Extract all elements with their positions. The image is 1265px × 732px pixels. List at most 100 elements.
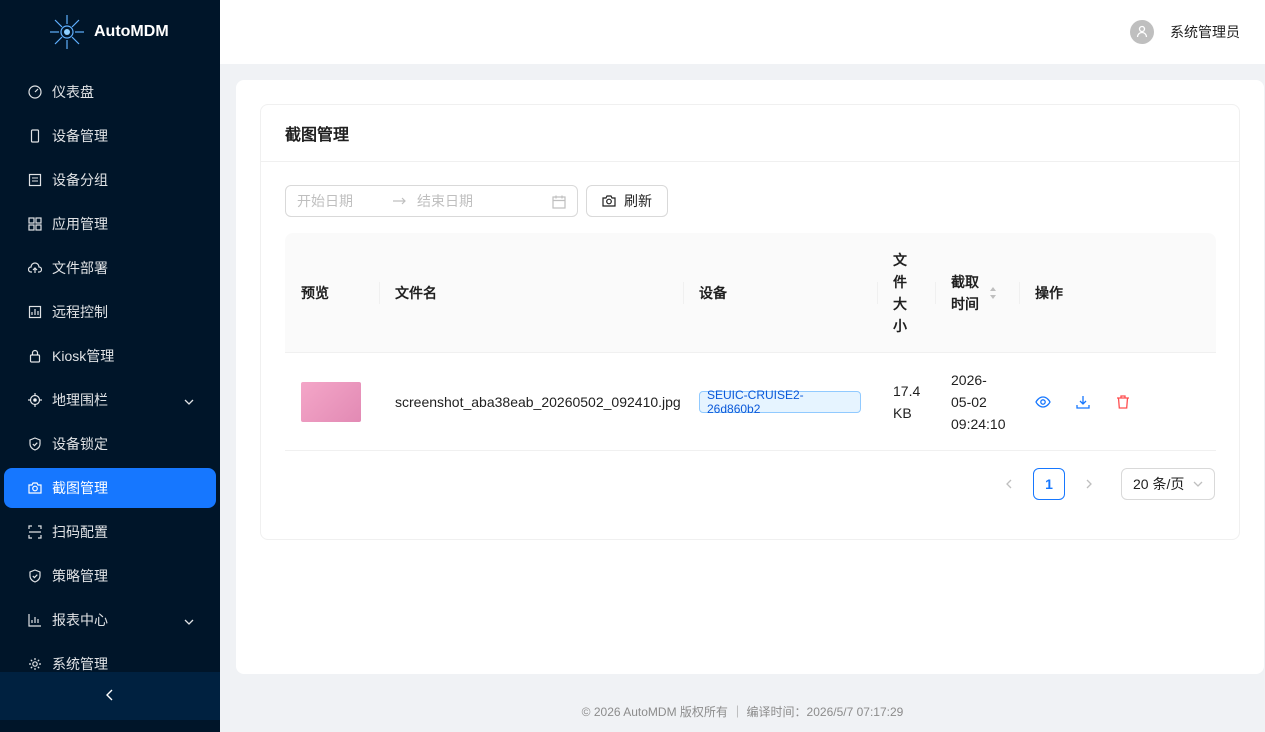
refresh-button[interactable]: 刷新: [586, 185, 668, 217]
sidebar-item-file-deploy[interactable]: 文件部署: [4, 248, 216, 288]
lock-icon: [28, 349, 42, 363]
sidebar-item-label: 设备管理: [52, 128, 108, 144]
sidebar-item-label: 仪表盘: [52, 84, 94, 100]
download-icon[interactable]: [1075, 394, 1091, 410]
user-icon: [1135, 24, 1149, 41]
safety-icon: [28, 437, 42, 451]
filename-cell: screenshot_aba38eab_20260502_092410.jpg: [395, 393, 681, 410]
sidebar-item-kiosk[interactable]: Kiosk管理: [4, 336, 216, 376]
scan-icon: [28, 525, 42, 539]
sidebar-item-reports[interactable]: 报表中心: [4, 600, 216, 640]
date-range-picker[interactable]: 开始日期 结束日期: [285, 185, 578, 217]
sidebar-item-screenshots[interactable]: 截图管理: [4, 468, 216, 508]
prev-page-icon[interactable]: [993, 468, 1025, 500]
device-tag: SEUIC-CRUISE2-26d860b2: [699, 388, 861, 416]
setting-icon: [28, 657, 42, 671]
chevron-down-icon: [184, 614, 194, 630]
pagination: 1 20 条/页: [993, 468, 1215, 500]
sidebar-item-label: 系统管理: [52, 656, 108, 672]
sidebar-item-label: 地理围栏: [52, 392, 108, 408]
time-line: 2026-: [951, 371, 987, 388]
sidebar-item-device-groups[interactable]: 设备分组: [4, 160, 216, 200]
actions-cell: [1019, 353, 1216, 450]
column-header-size-line: 文: [893, 251, 907, 268]
page-button[interactable]: 1: [1033, 468, 1065, 500]
dashboard-icon: [28, 85, 42, 99]
size-value: 17.4: [893, 382, 921, 399]
start-date-input[interactable]: 开始日期: [297, 191, 353, 211]
group-icon: [28, 173, 42, 187]
chevron-down-icon: [184, 394, 194, 410]
column-header-preview: 预览: [301, 284, 329, 301]
sidebar-item-remote-control[interactable]: 远程控制: [4, 292, 216, 332]
page-size-value: 20 条/页: [1133, 476, 1185, 492]
arrow-right-icon: [393, 193, 407, 209]
user-name: 系统管理员: [1170, 24, 1240, 40]
column-header-size-line: 件: [893, 273, 907, 290]
sidebar-item-geofence[interactable]: 地理围栏: [4, 380, 216, 420]
sidebar-menu: 仪表盘 设备管理 设备分组 应用管理 文件部署 远程控制 Kiosk管理 地理围…: [0, 64, 220, 684]
sidebar-item-scan-config[interactable]: 扫码配置: [4, 512, 216, 552]
preview-cell: [285, 353, 379, 450]
eye-icon[interactable]: [1035, 394, 1051, 410]
page-size-select[interactable]: 20 条/页: [1121, 468, 1215, 500]
sidebar-item-dashboard[interactable]: 仪表盘: [4, 72, 216, 112]
sidebar-item-devices[interactable]: 设备管理: [4, 116, 216, 156]
screenshot-thumbnail[interactable]: [301, 381, 361, 422]
table-header: 预览 文件名 设备 文 件 大 小 截取 时间 操作: [285, 233, 1216, 353]
column-header-time-line: 截取: [951, 273, 979, 290]
sidebar-item-label: 扫码配置: [52, 524, 108, 540]
refresh-label: 刷新: [624, 193, 652, 209]
calendar-icon: [552, 195, 566, 212]
sidebar-item-label: 应用管理: [52, 216, 108, 232]
column-header-size-line: 大: [893, 295, 907, 312]
toolbar: 开始日期 结束日期 刷新: [285, 185, 668, 217]
sidebar-item-label: 设备锁定: [52, 436, 108, 452]
camera-icon: [28, 481, 42, 495]
sidebar-item-label: Kiosk管理: [52, 348, 115, 364]
time-cell: 2026- 05-02 09:24:10: [935, 353, 1019, 450]
page-title: 截图管理: [261, 105, 1239, 162]
end-date-input[interactable]: 结束日期: [417, 191, 473, 211]
sidebar-item-policies[interactable]: 策略管理: [4, 556, 216, 596]
screenshot-card: 截图管理 开始日期 结束日期 刷新 预览 文件名 设备 文 件 大 小 截取 时…: [260, 104, 1240, 540]
aim-icon: [28, 393, 42, 407]
sort-icon[interactable]: [989, 286, 997, 300]
avatar: [1130, 20, 1154, 44]
sidebar-item-label: 远程控制: [52, 304, 108, 320]
mobile-icon: [28, 129, 42, 143]
delete-icon[interactable]: [1115, 394, 1131, 410]
sidebar: AutoMDM 仪表盘 设备管理 设备分组 应用管理 文件部署 远程控制 Kio…: [0, 0, 220, 732]
column-header-size-line: 小: [893, 317, 907, 334]
column-header-size: 文 件 大 小: [877, 233, 935, 352]
next-page-icon[interactable]: [1073, 468, 1105, 500]
main-content: 截图管理 开始日期 结束日期 刷新 预览 文件名 设备 文 件 大 小 截取 时…: [236, 80, 1264, 674]
sidebar-item-device-lock[interactable]: 设备锁定: [4, 424, 216, 464]
chevron-down-icon: [1193, 476, 1203, 492]
sidebar-item-label: 报表中心: [52, 612, 108, 628]
sidebar-item-label: 截图管理: [52, 480, 108, 496]
cloud-upload-icon: [28, 261, 42, 275]
column-header-device: 设备: [683, 233, 877, 352]
footer: © 2026 AutoMDM 版权所有 ｜ 编译时间：2026/5/7 07:1…: [581, 704, 904, 719]
sidebar-item-label: 设备分组: [52, 172, 108, 188]
logo[interactable]: AutoMDM: [0, 0, 220, 64]
screenshot-table: 预览 文件名 设备 文 件 大 小 截取 时间 操作 screenshot_ab…: [285, 233, 1216, 451]
sidebar-item-apps[interactable]: 应用管理: [4, 204, 216, 244]
column-header-time[interactable]: 截取 时间: [935, 233, 1019, 352]
user-menu[interactable]: 系统管理员: [1130, 20, 1240, 44]
sidebar-collapse-button[interactable]: [0, 672, 220, 720]
column-header-filename: 文件名: [379, 233, 683, 352]
device-cell: SEUIC-CRUISE2-26d860b2: [683, 353, 877, 450]
camera-icon: [602, 194, 616, 208]
table-row: screenshot_aba38eab_20260502_092410.jpg …: [285, 353, 1216, 451]
bar-chart-icon: [28, 613, 42, 627]
column-header-actions: 操作: [1019, 233, 1216, 352]
chevron-left-icon: [104, 688, 116, 704]
shield-icon: [28, 569, 42, 583]
time-line: 05-02: [951, 393, 987, 410]
time-line: 09:24:10: [951, 415, 1006, 432]
top-header: 系统管理员: [220, 0, 1265, 64]
sidebar-item-label: 文件部署: [52, 260, 108, 276]
column-header-time-line: 时间: [951, 295, 979, 312]
